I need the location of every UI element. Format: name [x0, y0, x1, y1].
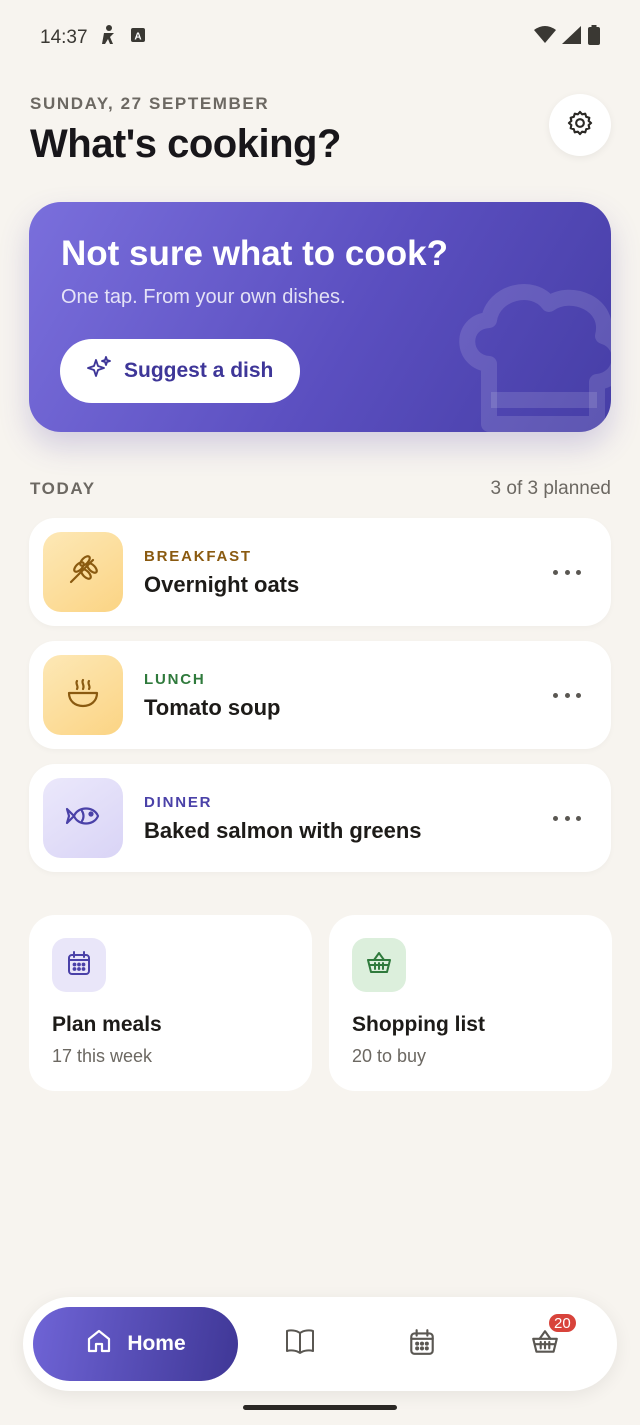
date-label: SUNDAY, 27 SEPTEMBER: [30, 94, 270, 113]
soup-bowl-icon: [65, 675, 101, 716]
sparkle-icon: [86, 355, 112, 387]
wifi-icon: [534, 26, 556, 50]
wheat-icon: [65, 552, 101, 593]
suggest-dish-button[interactable]: Suggest a dish: [60, 339, 300, 403]
quick-card-subtitle: 17 this week: [52, 1046, 153, 1066]
meal-icon-tile: [43, 532, 123, 612]
settings-button[interactable]: [549, 94, 611, 156]
meal-card-breakfast[interactable]: BREAKFAST Overnight oats: [29, 518, 611, 626]
home-indicator[interactable]: [243, 1405, 397, 1410]
basket-icon: [365, 949, 393, 982]
meal-card-dinner[interactable]: DINNER Baked salmon with greens: [29, 764, 611, 872]
nav-home-tab[interactable]: Home: [33, 1307, 238, 1381]
accessibility-icon: [100, 24, 118, 52]
nav-home-label: Home: [127, 1332, 186, 1355]
meal-card-lunch[interactable]: LUNCH Tomato soup: [29, 641, 611, 749]
status-bar: 14:37 A: [0, 0, 640, 76]
home-icon: [85, 1327, 113, 1361]
nav-shopping-tab[interactable]: 20: [522, 1312, 578, 1367]
more-options-icon[interactable]: [553, 808, 581, 828]
meal-icon-tile: [43, 655, 123, 735]
bottom-nav: Home 20: [23, 1297, 617, 1391]
gear-icon: [566, 109, 594, 142]
more-options-icon[interactable]: [553, 562, 581, 582]
quick-icon-tile: [352, 938, 406, 992]
hero-title: Not sure what to cook?: [61, 234, 448, 273]
nav-planner-tab[interactable]: [399, 1321, 445, 1367]
fish-icon: [64, 797, 102, 840]
book-icon: [284, 1327, 316, 1362]
meal-type-label: LUNCH: [144, 671, 206, 688]
meal-type-label: DINNER: [144, 794, 213, 811]
quick-card-title: Shopping list: [352, 1013, 485, 1036]
planned-count: 3 of 3 planned: [490, 478, 611, 499]
shopping-list-card[interactable]: Shopping list 20 to buy: [329, 915, 612, 1091]
nav-recipes-tab[interactable]: [277, 1321, 323, 1367]
meal-type-label: BREAKFAST: [144, 548, 252, 565]
status-time: 14:37: [40, 27, 88, 48]
keyboard-a-icon: A: [130, 27, 146, 49]
quick-card-subtitle: 20 to buy: [352, 1046, 427, 1066]
shopping-count-badge: 20: [547, 1312, 578, 1334]
plan-meals-card[interactable]: Plan meals 17 this week: [29, 915, 312, 1091]
today-label: TODAY: [30, 479, 96, 498]
suggest-dish-label: Suggest a dish: [124, 359, 274, 382]
quick-icon-tile: [52, 938, 106, 992]
chef-hat-icon: [451, 274, 611, 432]
quick-card-title: Plan meals: [52, 1013, 162, 1036]
today-section-header: TODAY 3 of 3 planned: [30, 478, 611, 500]
signal-icon: [562, 26, 582, 50]
suggest-hero-card: Not sure what to cook? One tap. From you…: [29, 202, 611, 432]
page-header: SUNDAY, 27 SEPTEMBER What's cooking?: [30, 94, 610, 167]
meal-name: Overnight oats: [144, 572, 300, 597]
more-options-icon[interactable]: [553, 685, 581, 705]
meal-name: Baked salmon with greens: [144, 818, 422, 843]
meal-icon-tile: [43, 778, 123, 858]
page-title: What's cooking?: [30, 122, 341, 166]
calendar-icon: [65, 949, 93, 982]
svg-text:A: A: [134, 32, 141, 43]
battery-icon: [588, 25, 600, 51]
meal-name: Tomato soup: [144, 695, 281, 720]
calendar-icon: [407, 1327, 437, 1362]
hero-subtitle: One tap. From your own dishes.: [61, 286, 346, 308]
